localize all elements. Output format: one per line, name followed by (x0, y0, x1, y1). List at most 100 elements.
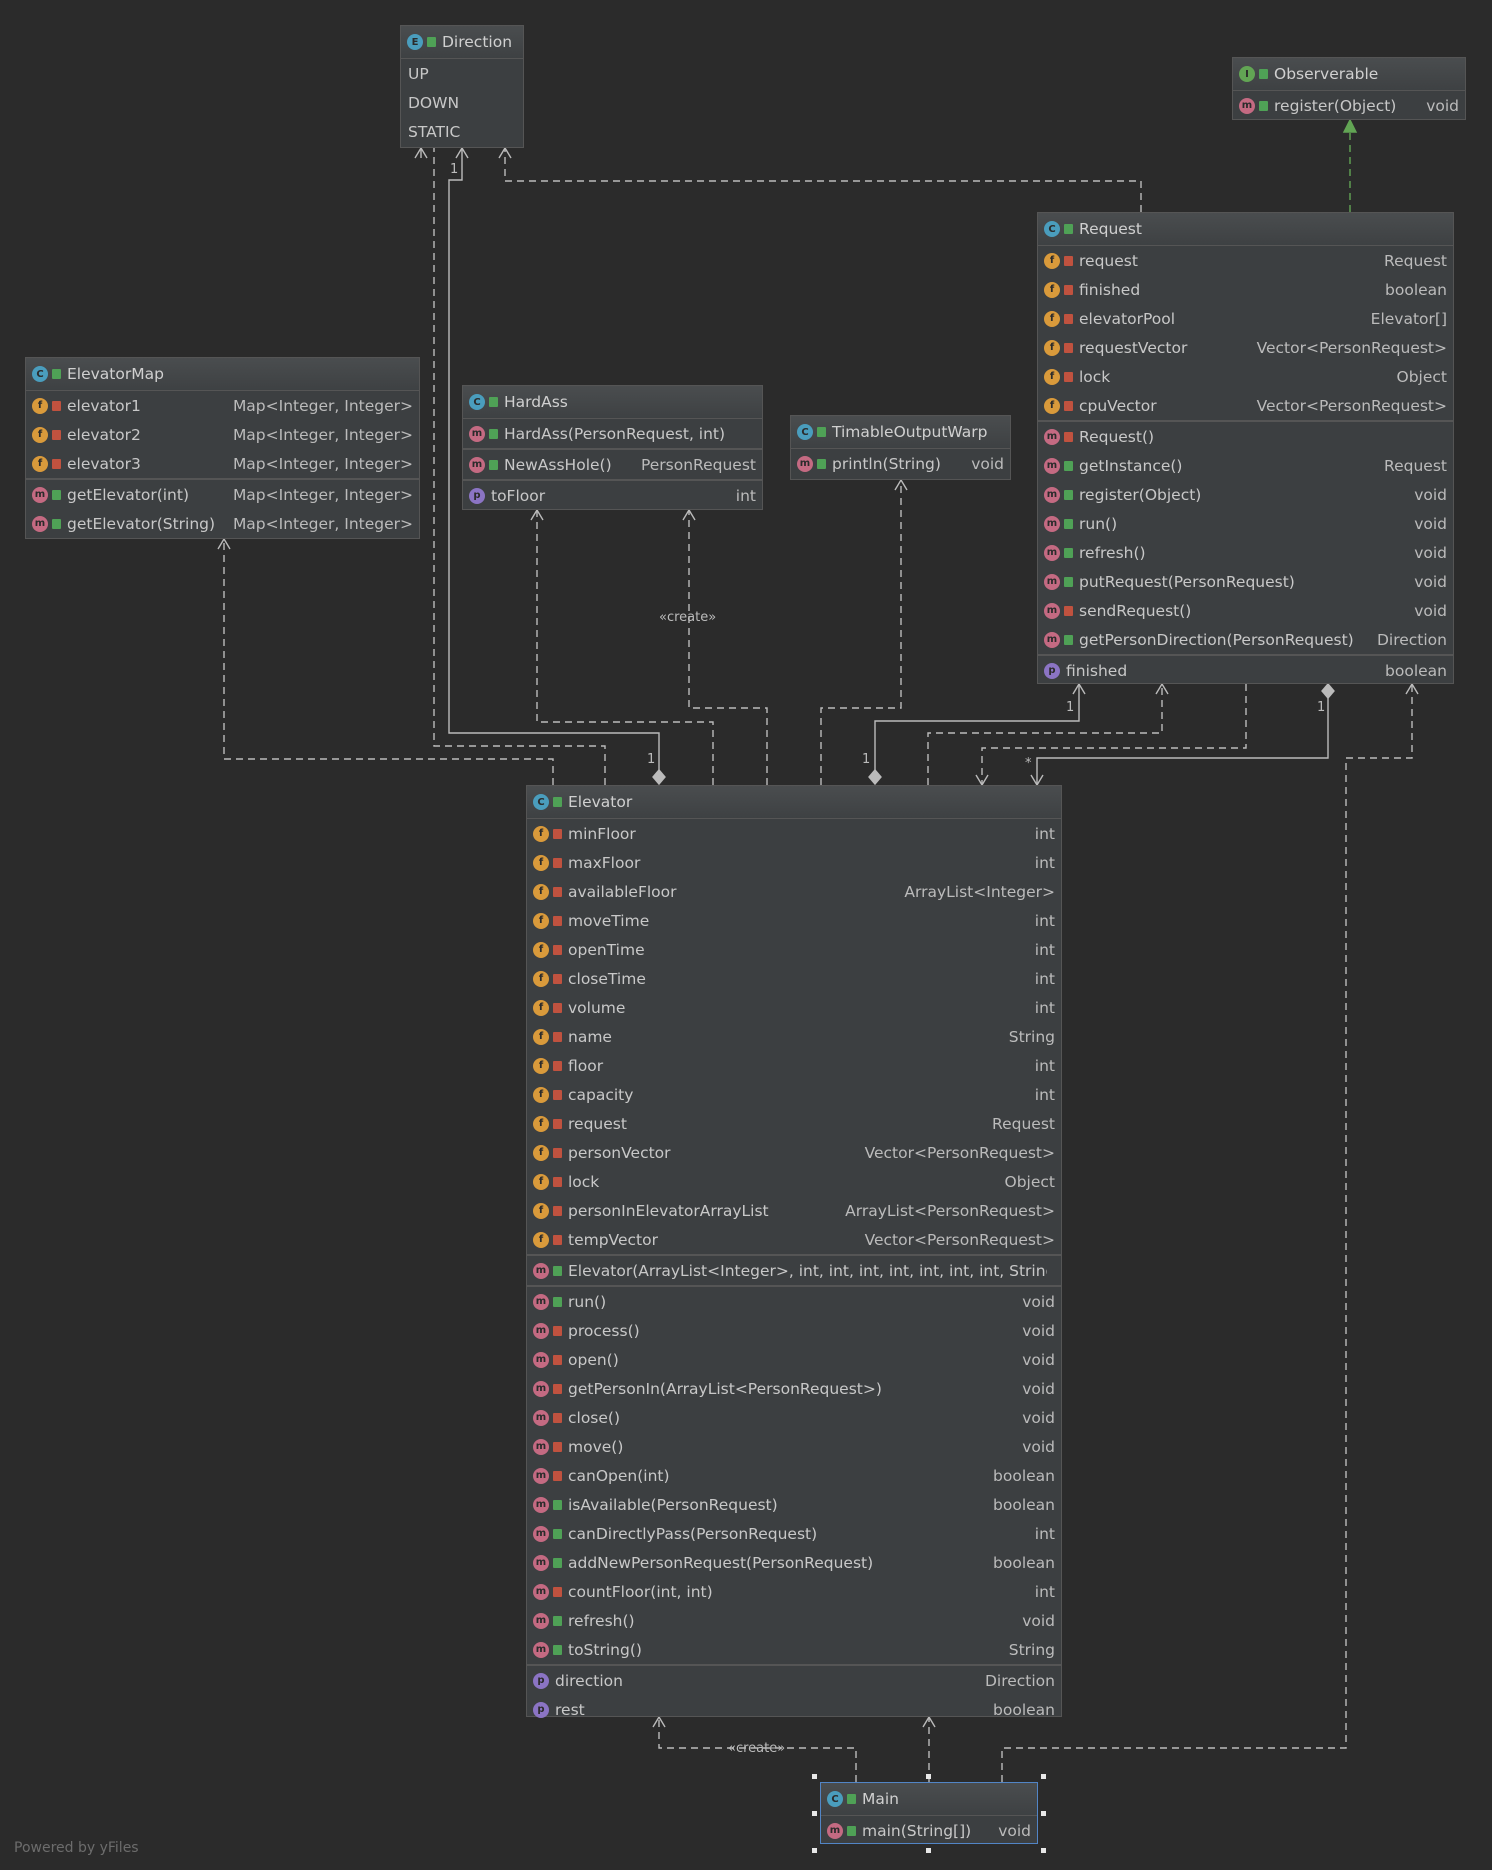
member-direction[interactable]: p direction Direction (527, 1666, 1061, 1695)
member-personinelevatorarraylist[interactable]: f personInElevatorArrayList ArrayList<Pers… (527, 1196, 1061, 1225)
member-elevator2[interactable]: f elevator2 Map<Integer, Integer> (26, 420, 419, 449)
member-println-string[interactable]: m println(String) void (791, 449, 1010, 478)
member-addnewpersonrequest-personrequest[interactable]: m addNewPersonRequest(PersonRequest) boole… (527, 1548, 1061, 1577)
selection-handle[interactable] (926, 1774, 931, 1779)
class-hard-ass[interactable]: C HardAss m HardAss(PersonRequest, int) m New… (462, 385, 763, 510)
member-putrequest-personrequest[interactable]: m putRequest(PersonRequest) void (1038, 567, 1453, 596)
selection-handle[interactable] (1041, 1848, 1046, 1853)
selection-handle[interactable] (1041, 1774, 1046, 1779)
member-maxfloor[interactable]: f maxFloor int (527, 848, 1061, 877)
member-name[interactable]: f name String (527, 1022, 1061, 1051)
member-type: String (1008, 1640, 1055, 1659)
member-floor[interactable]: f floor int (527, 1051, 1061, 1080)
class-header[interactable]: C Request (1038, 213, 1453, 246)
member-run[interactable]: m run() void (527, 1287, 1061, 1316)
selection-handle[interactable] (812, 1811, 817, 1816)
member-move[interactable]: m move() void (527, 1432, 1061, 1461)
member-run[interactable]: m run() void (1038, 509, 1453, 538)
class-direction[interactable]: E Direction UP DOWN STATIC (400, 25, 524, 148)
class-header[interactable]: E Direction (401, 26, 523, 59)
member-request[interactable]: f request Request (1038, 246, 1453, 275)
arrow-head (1405, 682, 1419, 695)
member-tofloor[interactable]: p toFloor int (463, 481, 762, 510)
member-refresh[interactable]: m refresh() void (527, 1606, 1061, 1635)
member-cpuvector[interactable]: f cpuVector Vector<PersonRequest> (1038, 391, 1453, 420)
selection-handle[interactable] (812, 1848, 817, 1853)
member-process[interactable]: m process() void (527, 1316, 1061, 1345)
member-main-string[interactable]: m main(String[]) void (821, 1816, 1037, 1845)
method-icon: m (533, 1262, 549, 1279)
member-static[interactable]: STATIC (401, 117, 523, 146)
member-candirectlypass-personrequest[interactable]: m canDirectlyPass(PersonRequest) int (527, 1519, 1061, 1548)
member-finished[interactable]: p finished boolean (1038, 656, 1453, 685)
member-newasshole[interactable]: m NewAssHole() PersonRequest (463, 450, 762, 479)
member-volume[interactable]: f volume int (527, 993, 1061, 1022)
selection-handle[interactable] (812, 1774, 817, 1779)
member-tempvector[interactable]: f tempVector Vector<PersonRequest> (527, 1225, 1061, 1254)
member-type: Map<Integer, Integer> (232, 514, 413, 533)
method-icon: m (533, 1583, 549, 1600)
class-request[interactable]: C Request f request Request f finished boolean f… (1037, 212, 1454, 684)
class-header[interactable]: I Observerable (1233, 58, 1465, 91)
member-getelevator-int[interactable]: m getElevator(int) Map<Integer, Integer> (26, 480, 419, 509)
member-availablefloor[interactable]: f availableFloor ArrayList<Integer> (527, 877, 1061, 906)
member-movetime[interactable]: f moveTime int (527, 906, 1061, 935)
method-icon: m (32, 486, 48, 503)
member-sendrequest[interactable]: m sendRequest() void (1038, 596, 1453, 625)
member-elevator1[interactable]: f elevator1 Map<Integer, Integer> (26, 391, 419, 420)
member-refresh[interactable]: m refresh() void (1038, 538, 1453, 567)
class-elevator-map[interactable]: C ElevatorMap f elevator1 Map<Integer, Integ… (25, 357, 420, 539)
member-open[interactable]: m open() void (527, 1345, 1061, 1374)
interface-observerable[interactable]: I Observerable m register(Object) void (1232, 57, 1466, 120)
member-finished[interactable]: f finished boolean (1038, 275, 1453, 304)
member-close[interactable]: m close() void (527, 1403, 1061, 1432)
field-icon: f (533, 825, 549, 842)
member-countfloor-int-int[interactable]: m countFloor(int, int) int (527, 1577, 1061, 1606)
member-lock[interactable]: f lock Object (527, 1167, 1061, 1196)
member-opentime[interactable]: f openTime int (527, 935, 1061, 964)
member-request[interactable]: f request Request (527, 1109, 1061, 1138)
member-closetime[interactable]: f closeTime int (527, 964, 1061, 993)
member-minfloor[interactable]: f minFloor int (527, 819, 1061, 848)
member-elevator-arraylist-integer-int-int-int-int-int-int-int-string[interactable]: m Elevator(ArrayList<Integer>, int, int, … (527, 1256, 1061, 1285)
member-tostring[interactable]: m toString() String (527, 1635, 1061, 1664)
class-title: Main (862, 1790, 900, 1808)
member-request[interactable]: m Request() (1038, 422, 1453, 451)
class-header[interactable]: C HardAss (463, 386, 762, 419)
member-type: Map<Integer, Integer> (232, 425, 413, 444)
member-personvector[interactable]: f personVector Vector<PersonRequest> (527, 1138, 1061, 1167)
class-header[interactable]: C ElevatorMap (26, 358, 419, 391)
member-name: personInElevatorArrayList (568, 1201, 769, 1220)
class-header[interactable]: C Elevator (527, 786, 1061, 819)
member-hardass-personrequest-int[interactable]: m HardAss(PersonRequest, int) (463, 419, 762, 448)
member-rest[interactable]: p rest boolean (527, 1695, 1061, 1724)
class-timable-output-warp[interactable]: C TimableOutputWarp m println(String) void (790, 415, 1011, 480)
member-isavailable-personrequest[interactable]: m isAvailable(PersonRequest) boolean (527, 1490, 1061, 1519)
member-getpersonin-arraylist-personrequest[interactable]: m getPersonIn(ArrayList<PersonRequest>) vo… (527, 1374, 1061, 1403)
selection-handle[interactable] (1041, 1811, 1046, 1816)
field-icon: f (533, 970, 549, 987)
member-lock[interactable]: f lock Object (1038, 362, 1453, 391)
class-header[interactable]: C Main (821, 1783, 1037, 1816)
member-register-object[interactable]: m register(Object) void (1233, 91, 1465, 120)
selection-handle[interactable] (926, 1848, 931, 1853)
member-register-object[interactable]: m register(Object) void (1038, 480, 1453, 509)
member-canopen-int[interactable]: m canOpen(int) boolean (527, 1461, 1061, 1490)
member-getpersondirection-personrequest[interactable]: m getPersonDirection(PersonRequest) Direct… (1038, 625, 1453, 654)
member-getinstance[interactable]: m getInstance() Request (1038, 451, 1453, 480)
member-getelevator-string[interactable]: m getElevator(String) Map<Integer, Integer… (26, 509, 419, 538)
public-icon (427, 37, 436, 47)
class-header[interactable]: C TimableOutputWarp (791, 416, 1010, 449)
class-main[interactable]: C Main m main(String[]) void (820, 1782, 1038, 1844)
member-requestvector[interactable]: f requestVector Vector<PersonRequest> (1038, 333, 1453, 362)
member-elevator3[interactable]: f elevator3 Map<Integer, Integer> (26, 449, 419, 478)
member-elevatorpool[interactable]: f elevatorPool Elevator[] (1038, 304, 1453, 333)
member-section: m NewAssHole() PersonRequest (463, 450, 762, 481)
class-elevator[interactable]: C Elevator f minFloor int f maxFloor int f availa… (526, 785, 1062, 1719)
member-type: boolean (1385, 661, 1447, 680)
member-type: Vector<PersonRequest> (864, 1143, 1055, 1162)
member-capacity[interactable]: f capacity int (527, 1080, 1061, 1109)
member-down[interactable]: DOWN (401, 88, 523, 117)
member-name: getElevator(int) (67, 485, 189, 504)
member-up[interactable]: UP (401, 59, 523, 88)
